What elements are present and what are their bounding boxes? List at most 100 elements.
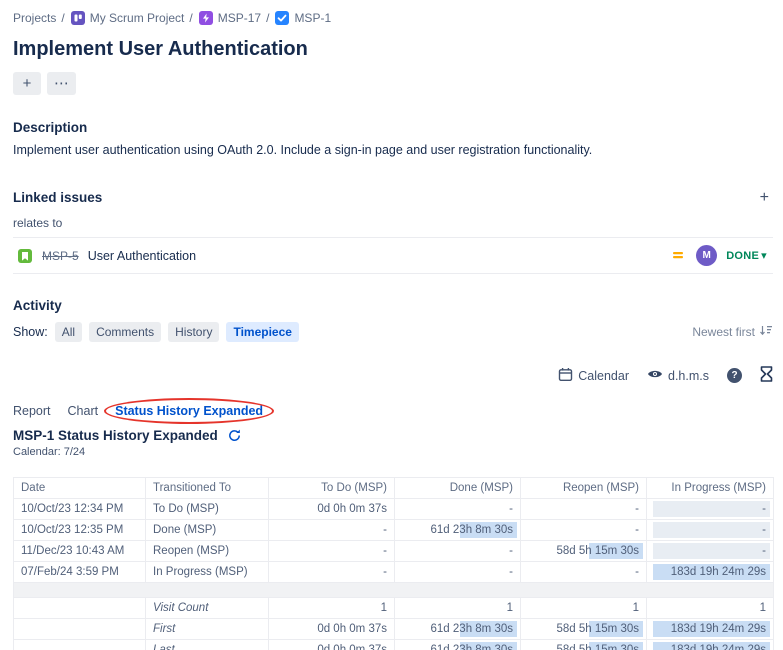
table-cell: - (395, 499, 521, 520)
column-header: In Progress (MSP) (647, 478, 774, 499)
table-cell (14, 640, 146, 650)
table-cell: 183d 19h 24m 29s (647, 619, 774, 640)
column-header: Transitioned To (146, 478, 269, 499)
filter-history[interactable]: History (168, 322, 219, 342)
summary-row: First 0d 0h 0m 37s 61d 23h 8m 30s 58d 5h 15… (14, 619, 774, 640)
add-linked-issue-button[interactable]: + (756, 191, 773, 205)
more-actions-button[interactable]: ⋯ (47, 72, 76, 95)
table-cell: - (269, 541, 395, 562)
hourglass-icon (760, 366, 773, 385)
breadcrumb-issue[interactable]: MSP-1 (274, 10, 331, 26)
linked-issue-key[interactable]: MSP-5 (42, 249, 79, 263)
cell-text: 07/Feb/24 3:59 PM (21, 566, 119, 578)
filter-comments[interactable]: Comments (89, 322, 161, 342)
status-dropdown[interactable]: DONE ▾ (726, 249, 769, 262)
history-row: 07/Feb/24 3:59 PMIn Progress (MSP)---183… (14, 562, 774, 583)
sort-descending-icon (759, 324, 773, 340)
table-cell: 07/Feb/24 3:59 PM (14, 562, 146, 583)
breadcrumb-project[interactable]: My Scrum Project (70, 10, 185, 26)
cell-text: 11/Dec/23 10:43 AM (21, 545, 124, 557)
column-header: To Do (MSP) (269, 478, 395, 499)
tab-status-history-expanded-label: Status History Expanded (115, 404, 263, 418)
table-cell: To Do (MSP) (146, 499, 269, 520)
cell-text: 1 (633, 602, 639, 614)
cell-text: Done (MSP) (153, 524, 216, 536)
breadcrumb: Projects / My Scrum Project / MSP-17 / M… (13, 10, 773, 26)
table-cell: 58d 5h 15m 30s (521, 541, 647, 562)
cell-text: 183d 19h 24m 29s (671, 623, 766, 635)
linked-issue-row[interactable]: MSP-5 User Authentication M DONE ▾ (13, 237, 773, 274)
tab-status-history-expanded[interactable]: Status History Expanded (115, 404, 263, 418)
issue-page: Projects / My Scrum Project / MSP-17 / M… (0, 0, 783, 650)
page-title: Implement User Authentication (13, 37, 773, 61)
activity-filter-bar: Show: All Comments History Timepiece New… (13, 322, 773, 342)
add-button[interactable]: + (13, 72, 41, 95)
summary-row: Last 0d 0h 0m 37s 61d 23h 8m 30s 58d 5h 15m… (14, 640, 774, 650)
duration-bar (653, 501, 770, 517)
project-avatar-icon (70, 10, 86, 26)
breadcrumb-issue-label: MSP-1 (294, 11, 331, 25)
table-cell: 1 (395, 598, 521, 619)
table-cell: 0d 0h 0m 37s (269, 619, 395, 640)
tab-report[interactable]: Report (13, 404, 51, 418)
cell-text: - (383, 566, 387, 578)
separator-cell (14, 583, 774, 598)
activity-heading: Activity (13, 298, 773, 313)
calendar-icon (558, 367, 573, 385)
cell-text: 10/Oct/23 12:35 PM (21, 524, 123, 536)
summary-row: Visit Count1111 (14, 598, 774, 619)
refresh-icon[interactable] (227, 428, 242, 443)
table-cell: - (395, 541, 521, 562)
summary-label-cell: Last (146, 640, 269, 650)
cell-text: In Progress (MSP) (153, 566, 248, 578)
cell-text: - (635, 566, 639, 578)
cell-text: Reopen (MSP) (153, 545, 229, 557)
assignee-avatar: M (696, 245, 717, 266)
cell-text: First (153, 623, 175, 635)
filter-timepiece[interactable]: Timepiece (226, 322, 298, 342)
breadcrumb-projects[interactable]: Projects (13, 11, 56, 25)
table-cell: - (395, 562, 521, 583)
filter-all[interactable]: All (55, 322, 82, 342)
cell-text: - (762, 503, 766, 515)
table-cell: Reopen (MSP) (146, 541, 269, 562)
cell-text: 58d 5h 15m 30s (557, 623, 639, 635)
help-icon[interactable]: ? (727, 368, 742, 383)
cell-text: - (762, 524, 766, 536)
sort-order-label: Newest first (692, 325, 755, 339)
link-relation-label: relates to (13, 216, 773, 230)
table-cell: In Progress (MSP) (146, 562, 269, 583)
table-cell: - (269, 562, 395, 583)
status-history-table: DateTransitioned ToTo Do (MSP) Done (MSP)… (13, 477, 774, 650)
table-cell: 11/Dec/23 10:43 AM (14, 541, 146, 562)
cell-text: - (383, 524, 387, 536)
table-cell: 1 (521, 598, 647, 619)
cell-text: - (383, 545, 387, 557)
calendar-control[interactable]: Calendar (558, 367, 629, 385)
summary-label-cell: First (146, 619, 269, 640)
cell-text: 0d 0h 0m 37s (317, 644, 387, 650)
table-header-row: DateTransitioned ToTo Do (MSP)Done (MSP)… (14, 478, 774, 499)
report-header: MSP-1 Status History Expanded (13, 428, 773, 443)
cell-text: 1 (381, 602, 387, 614)
cell-text: 58d 5h 15m 30s (557, 644, 639, 650)
breadcrumb-separator: / (189, 11, 192, 25)
cell-text: Last (153, 644, 175, 650)
breadcrumb-separator: / (61, 11, 64, 25)
eye-icon (647, 368, 663, 383)
table-cell: 61d 23h 8m 30s (395, 640, 521, 650)
timepiece-tabs: Report Chart Status History Expanded (13, 404, 773, 418)
column-header: Date (14, 478, 146, 499)
table-cell: - (647, 520, 774, 541)
table-body: 10/Oct/23 12:34 PMTo Do (MSP)0d 0h 0m 37… (14, 499, 774, 650)
time-format-control[interactable]: d.h.m.s (647, 368, 709, 383)
calendar-label: Calendar (578, 369, 629, 383)
breadcrumb-epic[interactable]: MSP-17 (198, 10, 261, 26)
tab-chart[interactable]: Chart (68, 404, 99, 418)
time-format-label: d.h.m.s (668, 369, 709, 383)
sort-order-control[interactable]: Newest first (692, 324, 773, 340)
cell-text: 0d 0h 0m 37s (317, 623, 387, 635)
table-cell: 61d 23h 8m 30s (395, 619, 521, 640)
linked-issue-summary[interactable]: User Authentication (88, 249, 196, 263)
cell-text: - (635, 503, 639, 515)
